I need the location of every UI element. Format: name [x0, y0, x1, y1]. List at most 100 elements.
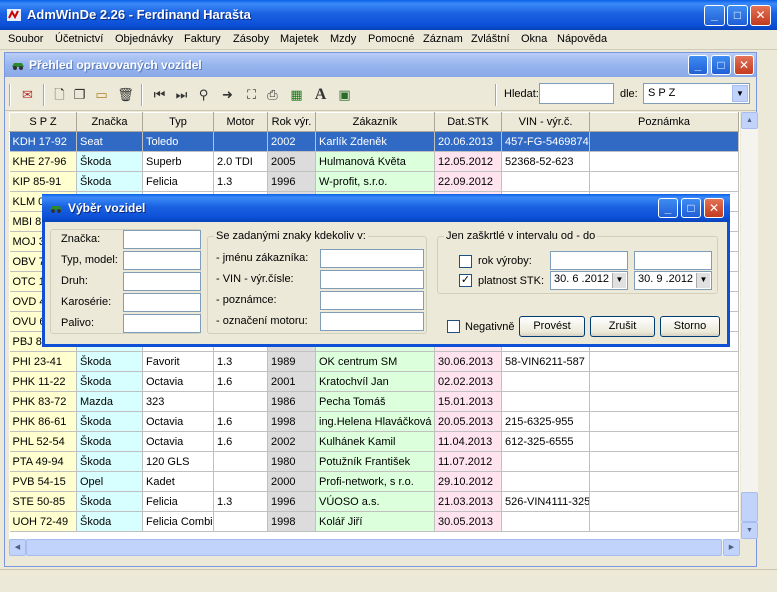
- table-row[interactable]: KIP 85-91 Škoda Felicia 1.3 1996 W-profit, s.…: [9, 171, 739, 192]
- search-by-select[interactable]: S P Z ▼: [643, 83, 750, 104]
- menu-soubor[interactable]: Soubor: [8, 33, 43, 45]
- horizontal-scrollbar[interactable]: ◀ ▶: [9, 539, 740, 556]
- copy-icon[interactable]: ❐: [71, 86, 88, 103]
- scroll-down-icon[interactable]: ▼: [741, 522, 758, 539]
- table-row[interactable]: STE 50-85 Škoda Felicia 1.3 1996 VÚOSO a.s. 21…: [9, 491, 739, 512]
- scroll-left-icon[interactable]: ◀: [9, 539, 26, 556]
- scroll-up-icon[interactable]: ▲: [741, 112, 758, 129]
- dialog-minimize-button[interactable]: _: [658, 198, 678, 218]
- table-row[interactable]: PHK 86-61 Škoda Octavia 1.6 1998 ing.Helena H…: [9, 411, 739, 432]
- menu-zasoby[interactable]: Zásoby: [233, 33, 269, 45]
- delete-icon[interactable]: 🗑: [117, 86, 134, 103]
- table-row[interactable]: KDH 17-92 Seat Toledo 2002 Karlík Zdeněk 20.0…: [9, 131, 739, 152]
- menu-majetek[interactable]: Majetek: [280, 33, 319, 45]
- child-maximize-button[interactable]: □: [711, 55, 731, 75]
- year-to-input[interactable]: [634, 251, 712, 270]
- table-row[interactable]: PHK 83-72 Mazda 323 1986 Pecha Tomáš 15.01.20…: [9, 391, 739, 412]
- cell-spz: KHE 27-96: [9, 151, 77, 172]
- table-row[interactable]: PHK 11-22 Škoda Octavia 1.6 2001 Kratochvíl J…: [9, 371, 739, 392]
- table-row[interactable]: KHE 27-96 Škoda Superb 2.0 TDI 2005 Hulmanová…: [9, 151, 739, 172]
- vertical-scrollbar[interactable]: ▲ ▼: [741, 112, 758, 539]
- cell-spz: KIP 85-91: [9, 171, 77, 192]
- stk-from-select[interactable]: 30. 6 .2012 ▼: [550, 271, 628, 290]
- col-stk[interactable]: Dat.STK: [434, 112, 502, 132]
- menu-okna[interactable]: Okna: [521, 33, 547, 45]
- fuel-input[interactable]: [123, 314, 201, 333]
- menu-ucetnictvi[interactable]: Účetnictví: [55, 33, 103, 45]
- model-input[interactable]: [123, 251, 201, 270]
- engine-code-input[interactable]: [320, 312, 424, 331]
- table-row[interactable]: UOH 72-49 Škoda Felicia Combi 1998 Kolář Jiř…: [9, 511, 739, 532]
- printer-icon[interactable]: ⎙: [264, 86, 281, 103]
- note-input[interactable]: [320, 291, 424, 310]
- cell-spz: PHK 11-22: [9, 371, 77, 392]
- year-checkbox[interactable]: [459, 255, 472, 268]
- storno-button[interactable]: Storno: [660, 316, 720, 337]
- select-area-icon[interactable]: ⛶: [243, 86, 260, 103]
- note-label: - poznámce:: [216, 294, 277, 306]
- close-icon: ✕: [738, 58, 750, 72]
- last-record-icon[interactable]: ⏭: [173, 86, 190, 103]
- menu-pomocne[interactable]: Pomocné: [368, 33, 414, 45]
- col-vin[interactable]: VIN - výr.č.: [501, 112, 590, 132]
- excel-export-icon[interactable]: ▦: [288, 86, 305, 103]
- col-brand[interactable]: Značka: [76, 112, 143, 132]
- print-preview-icon[interactable]: ✉: [19, 86, 36, 103]
- table-row[interactable]: PTA 49-94 Škoda 120 GLS 1980 Potužník Franti…: [9, 451, 739, 472]
- table-row[interactable]: PHL 52-54 Škoda Octavia 1.6 2002 Kulhánek Kam…: [9, 431, 739, 452]
- child-close-button[interactable]: ✕: [734, 55, 754, 75]
- child-titlebar: Přehled opravovaných vozidel _ □ ✕: [5, 53, 756, 77]
- next-icon[interactable]: ➜: [219, 86, 236, 103]
- col-note[interactable]: Poznámka: [589, 112, 739, 132]
- menu-napoveda[interactable]: Nápověda: [557, 33, 607, 45]
- calculator-icon[interactable]: ▣: [336, 86, 353, 103]
- open-folder-icon[interactable]: ▭: [93, 86, 110, 103]
- menu-objednavky[interactable]: Objednávky: [115, 33, 173, 45]
- minimize-icon: _: [694, 58, 702, 72]
- customer-name-input[interactable]: [320, 249, 424, 268]
- stk-to-select[interactable]: 30. 9 .2012 ▼: [634, 271, 712, 290]
- cell-type: 120 GLS: [142, 451, 214, 472]
- dialog-close-button[interactable]: ✕: [704, 198, 724, 218]
- menu-zvlastni[interactable]: Zvláštní: [471, 33, 510, 45]
- col-year[interactable]: Rok výr.: [267, 112, 316, 132]
- horizontal-scroll-thumb[interactable]: [26, 539, 722, 556]
- status-bar: [0, 569, 777, 592]
- run-button[interactable]: Provést: [519, 316, 585, 337]
- vertical-scroll-thumb[interactable]: [741, 492, 758, 522]
- cell-type: Felicia Combi: [142, 511, 214, 532]
- stk-checkbox[interactable]: ✓: [459, 274, 472, 287]
- cell-year: 1980: [267, 451, 316, 472]
- child-minimize-button[interactable]: _: [688, 55, 708, 75]
- cell-engine: [213, 451, 268, 472]
- dialog-maximize-button[interactable]: □: [681, 198, 701, 218]
- body-input[interactable]: [123, 293, 201, 312]
- table-row[interactable]: PVB 54-15 Opel Kadet 2000 Profi-network, s r…: [9, 471, 739, 492]
- menu-zaznam[interactable]: Záznam: [423, 33, 463, 45]
- first-record-icon[interactable]: ⏮: [151, 86, 168, 103]
- negative-checkbox[interactable]: [447, 320, 460, 333]
- cell-brand: Opel: [76, 471, 143, 492]
- minimize-button[interactable]: _: [704, 5, 725, 26]
- col-engine[interactable]: Motor: [213, 112, 268, 132]
- col-spz[interactable]: S P Z: [9, 112, 77, 132]
- font-icon[interactable]: A: [312, 86, 329, 103]
- brand-input[interactable]: [123, 230, 201, 249]
- year-from-input[interactable]: [550, 251, 628, 270]
- close-icon: ✕: [708, 201, 720, 215]
- search-input[interactable]: [539, 83, 614, 104]
- table-row[interactable]: PHI 23-41 Škoda Favorit 1.3 1989 OK centrum S…: [9, 351, 739, 372]
- search-icon[interactable]: ⚲: [195, 86, 212, 103]
- vin-input[interactable]: [320, 270, 424, 289]
- scroll-right-icon[interactable]: ▶: [723, 539, 740, 556]
- col-customer[interactable]: Zákazník: [315, 112, 435, 132]
- new-document-icon[interactable]: 🗋: [51, 86, 68, 103]
- menu-faktury[interactable]: Faktury: [184, 33, 221, 45]
- app-logo-icon: [7, 9, 21, 21]
- col-type[interactable]: Typ: [142, 112, 214, 132]
- maximize-button[interactable]: □: [727, 5, 748, 26]
- kind-input[interactable]: [123, 272, 201, 291]
- cancel-button[interactable]: Zrušit: [590, 316, 655, 337]
- menu-mzdy[interactable]: Mzdy: [330, 33, 356, 45]
- close-button[interactable]: ✕: [750, 5, 771, 26]
